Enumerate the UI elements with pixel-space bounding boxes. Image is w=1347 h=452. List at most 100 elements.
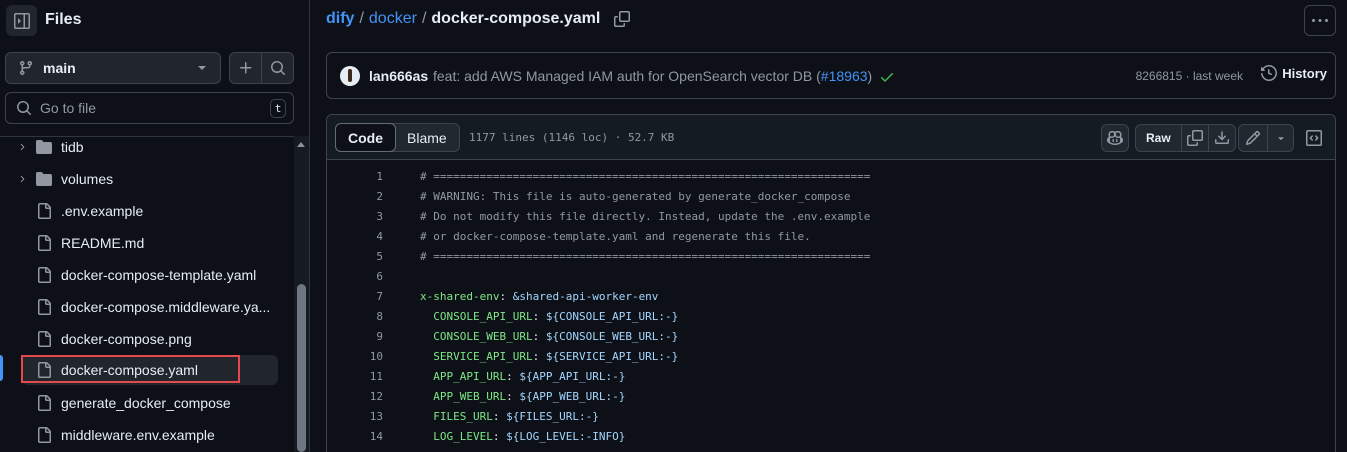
yaml-key: SERVICE_API_URL [433,350,533,363]
copy-path-button[interactable] [614,11,631,27]
history-icon [1261,65,1278,81]
more-options-button[interactable] [1304,5,1336,36]
chevron-right-icon[interactable] [17,174,27,184]
line-number[interactable]: 12 [327,387,383,407]
collapse-sidebar-button[interactable] [6,5,37,36]
yaml-indent [420,350,433,363]
tree-item-label: docker-compose.middleware.ya... [61,299,271,315]
yaml-value: &shared-api-worker-env [512,290,659,303]
commit-message[interactable]: feat: add AWS Managed IAM auth for OpenS… [433,68,872,84]
yaml-key: FILES_URL [433,410,493,423]
yaml-indent [420,410,433,423]
go-to-file-input[interactable]: Go to file t [5,92,294,124]
line-number[interactable]: 3 [327,207,383,227]
line-number[interactable]: 9 [327,327,383,347]
commit-hash-link[interactable]: 8266815 [1136,69,1183,83]
tree-item-label: volumes [61,171,114,187]
file-content-box: Code Blame 1177 lines (1146 loc) · 52.7 … [326,114,1336,452]
code-line: 10 SERVICE_API_URL: ${SERVICE_API_URL:-} [327,347,1335,367]
line-number[interactable]: 4 [327,227,383,247]
chevron-right-icon[interactable] [17,142,27,152]
line-number[interactable]: 2 [327,187,383,207]
chevron-down-icon [198,66,206,70]
line-number[interactable]: 5 [327,247,383,267]
line-number[interactable]: 11 [327,367,383,387]
breadcrumb-folder-link[interactable]: docker [369,10,417,28]
commit-meta-dot: · [1185,69,1190,83]
breadcrumb-current-file: docker-compose.yaml [431,10,601,27]
edit-file-button[interactable] [1239,125,1267,151]
code-view[interactable]: 1 # =====================================… [327,167,1335,447]
pull-request-link[interactable]: #18963 [821,68,868,84]
yaml-key: CONSOLE_API_URL [433,310,533,323]
copilot-icon [1107,130,1123,146]
line-content: # ======================================… [420,170,871,183]
tree-item-file[interactable]: middleware.env.example [0,420,290,450]
tree-item-file[interactable]: README.md [0,228,290,258]
triangle-down-icon [1277,137,1284,141]
copilot-button[interactable] [1101,124,1129,152]
raw-button[interactable]: Raw [1136,125,1181,151]
yaml-value: ${FILES_URL:-} [506,410,599,423]
check-icon[interactable] [879,69,895,85]
code-line: 3 # Do not modify this file directly. Ins… [327,207,1335,227]
history-label: History [1282,65,1327,81]
tab-blame[interactable]: Blame [395,124,459,151]
yaml-indent [420,390,433,403]
plus-icon [239,62,252,74]
selection-highlight-box [21,355,240,383]
search-icon [270,61,285,76]
branch-selector[interactable]: main [5,52,221,84]
code-line: 8 CONSOLE_API_URL: ${CONSOLE_API_URL:-} [327,307,1335,327]
git-branch-icon [19,61,32,76]
line-number[interactable]: 7 [327,287,383,307]
scroll-up-arrow-icon[interactable] [297,142,305,147]
line-number[interactable]: 14 [327,427,383,447]
line-number[interactable]: 6 [327,267,383,287]
file-view: dify / docker / docker-compose.yaml lan6… [311,0,1347,452]
file-tree: tidb volumes .env.example README.md dock… [0,136,294,452]
tree-item-label: README.md [61,235,145,251]
tree-item-file[interactable]: docker-compose.png [0,324,290,354]
tab-code[interactable]: Code [335,123,396,152]
history-button[interactable]: History [1261,65,1327,81]
commit-message-text[interactable]: feat: add AWS Managed IAM auth for OpenS… [433,68,821,84]
tree-scrollbar[interactable] [294,136,309,452]
tree-item-folder[interactable]: volumes [0,164,290,194]
breadcrumb-repo-link[interactable]: dify [326,10,354,28]
copy-raw-button[interactable] [1180,125,1208,151]
line-number[interactable]: 13 [327,407,383,427]
search-code-button[interactable] [261,53,293,83]
tree-item-file[interactable]: docker-compose.middleware.ya... [0,292,290,322]
commit-author-link[interactable]: lan666as [369,68,428,84]
branch-name: main [43,60,76,76]
line-number[interactable]: 8 [327,307,383,327]
file-icon [38,203,51,219]
tree-item-folder[interactable]: tidb [0,137,290,162]
search-icon [17,101,32,116]
yaml-indent [420,430,433,443]
code-line: 11 APP_API_URL: ${APP_API_URL:-} [327,367,1335,387]
add-file-button[interactable] [230,53,261,83]
breadcrumb-separator: / [421,10,427,27]
go-to-file-placeholder: Go to file [40,100,97,116]
sidebar-title: Files [45,11,82,28]
scrollbar-thumb[interactable] [297,284,306,452]
line-number[interactable]: 10 [327,347,383,367]
author-avatar[interactable] [340,66,360,86]
line-number[interactable]: 1 [327,167,383,187]
symbols-panel-button[interactable] [1300,124,1328,152]
yaml-value: ${APP_WEB_URL:-} [519,390,626,403]
breadcrumb: dify / docker / docker-compose.yaml [326,10,631,28]
yaml-value: ${CONSOLE_API_URL:-} [545,310,679,323]
tree-item-file[interactable]: generate_docker_compose [0,388,290,418]
latest-commit-bar: lan666as feat: add AWS Managed IAM auth … [326,52,1336,99]
tree-item-file[interactable]: docker-compose-template.yaml [0,260,290,290]
tree-item-label: docker-compose.png [61,331,192,347]
tree-item-file[interactable]: .env.example [0,196,290,226]
yaml-key: APP_API_URL [433,370,507,383]
code-line: 12 APP_WEB_URL: ${APP_WEB_URL:-} [327,387,1335,407]
edit-options-dropdown[interactable] [1267,125,1293,151]
download-raw-button[interactable] [1207,125,1235,151]
yaml-key: LOG_LEVEL [433,430,493,443]
